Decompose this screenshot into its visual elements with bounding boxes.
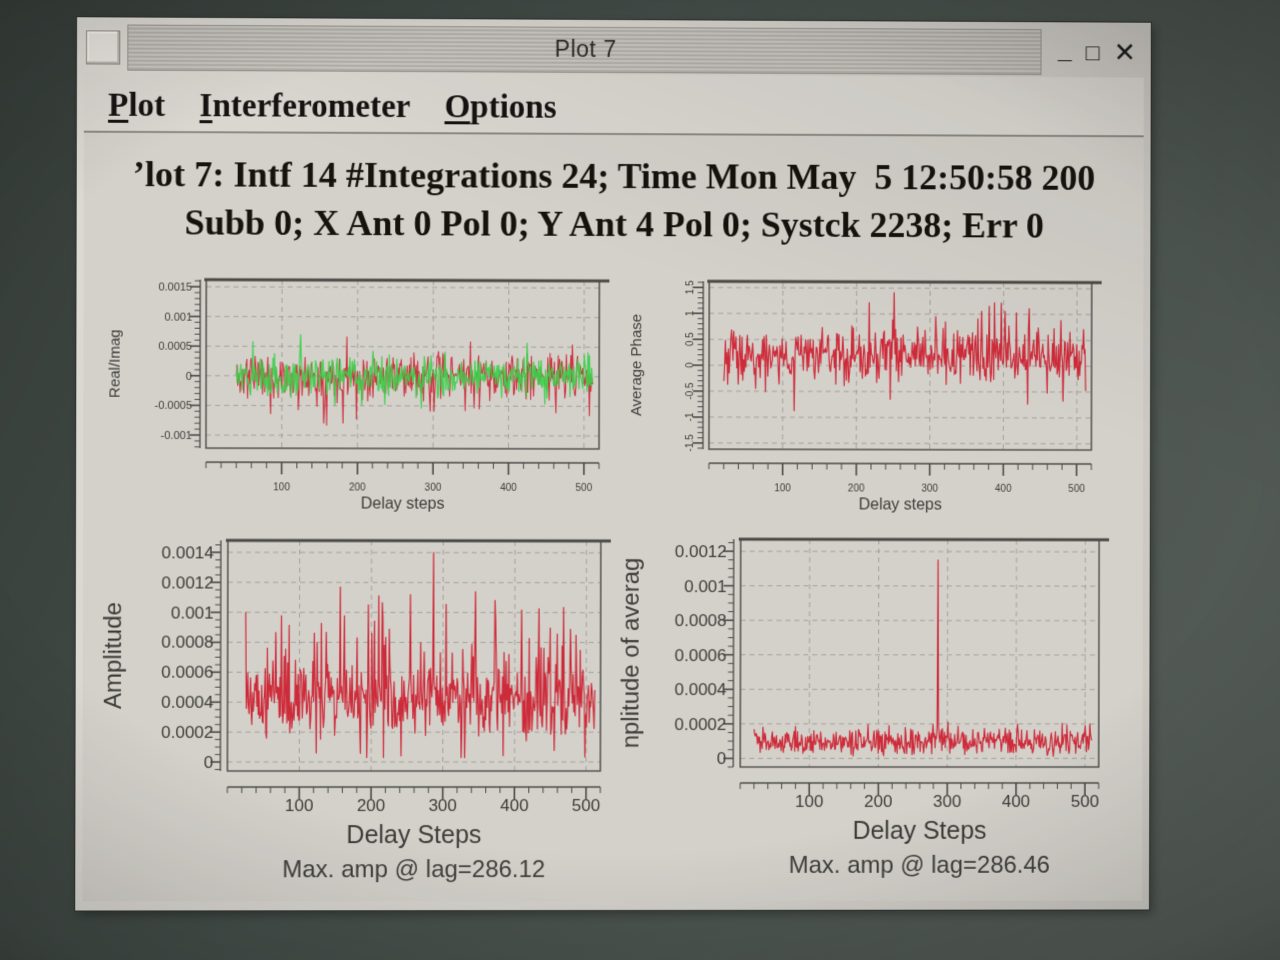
svg-text:Max. amp @ lag=286.12: Max. amp @ lag=286.12: [282, 856, 545, 883]
svg-text:0.001: 0.001: [165, 311, 193, 323]
menu-interferometer[interactable]: Interferometer: [199, 88, 410, 126]
plot-header-line1: ’lot 7: Intf 14 #Integrations 24; Time M…: [84, 151, 1144, 201]
svg-text:0: 0: [685, 362, 696, 368]
svg-text:400: 400: [500, 796, 528, 815]
svg-text:0.0004: 0.0004: [675, 680, 727, 699]
real-imag-canvas: 0.0015 0.001 0.0005 0 -0.0005 -0.001 100 200 300…: [95, 265, 621, 519]
plot7-window: Plot 7 _ □ ✕ Plot Interferometer Options…: [75, 17, 1151, 910]
svg-text:Amplitude: Amplitude: [100, 602, 127, 709]
menu-plot[interactable]: Plot: [108, 87, 165, 124]
amplitude-canvas: 0.0014 0.0012 0.001 0.0008 0.0006 0.0004 0.000…: [94, 522, 621, 895]
svg-text:Delay steps: Delay steps: [361, 495, 445, 513]
svg-text:200: 200: [848, 483, 865, 494]
svg-text:Real/Imag: Real/Imag: [106, 329, 123, 398]
maximize-button[interactable]: □: [1086, 41, 1100, 64]
window-controls: _ □ ✕: [1046, 29, 1144, 75]
svg-text:0.0004: 0.0004: [161, 693, 213, 712]
svg-text:500: 500: [1071, 792, 1099, 811]
svg-text:-0.5: -0.5: [685, 382, 696, 400]
svg-text:0.0006: 0.0006: [675, 646, 727, 665]
svg-text:-1: -1: [685, 412, 696, 421]
menu-options[interactable]: Options: [444, 89, 556, 127]
chart-average-phase: 1.5 1 0.5 0 -0.5 -1 -1.5 100 200 300 400 500 Average…: [617, 267, 1140, 520]
average-phase-canvas: 1.5 1 0.5 0 -0.5 -1 -1.5 100 200 300 400 500 Average…: [617, 267, 1140, 520]
svg-text:1.5: 1.5: [685, 280, 696, 294]
svg-text:0.0012: 0.0012: [675, 542, 727, 561]
plot-header-line2: Subb 0; X Ant 0 Pol 0; Y Ant 4 Pol 0; Sy…: [84, 199, 1144, 249]
svg-text:-0.0005: -0.0005: [154, 400, 191, 412]
svg-text:300: 300: [921, 484, 938, 495]
svg-text:300: 300: [933, 792, 961, 811]
chart-amplitude: 0.0014 0.0012 0.001 0.0008 0.0006 0.0004 0.000…: [94, 522, 621, 895]
svg-text:0.0005: 0.0005: [158, 341, 192, 353]
titlebar: Plot 7 _ □ ✕: [84, 24, 1144, 75]
svg-text:Delay steps: Delay steps: [859, 495, 942, 513]
svg-text:200: 200: [864, 792, 892, 811]
window-title: Plot 7: [128, 34, 1040, 66]
plot-content-area: ’lot 7: Intf 14 #Integrations 24; Time M…: [82, 133, 1143, 902]
svg-text:Delay Steps: Delay Steps: [346, 821, 481, 849]
svg-text:0: 0: [186, 371, 192, 383]
photo-of-screen: Plot 7 _ □ ✕ Plot Interferometer Options…: [0, 0, 1280, 960]
chart-real-imag: 0.0015 0.001 0.0005 0 -0.0005 -0.001 100 200 300…: [95, 265, 621, 519]
svg-text:Max. amp @ lag=286.46: Max. amp @ lag=286.46: [789, 852, 1050, 879]
svg-text:500: 500: [576, 483, 593, 494]
svg-text:-1.5: -1.5: [685, 434, 696, 452]
window-menu-button[interactable]: [86, 30, 120, 64]
svg-text:300: 300: [428, 796, 456, 815]
svg-text:0.5: 0.5: [685, 332, 696, 346]
svg-text:0.0002: 0.0002: [674, 715, 726, 734]
svg-text:0.0006: 0.0006: [161, 663, 213, 682]
svg-text:Delay Steps: Delay Steps: [852, 817, 986, 845]
svg-text:-0.001: -0.001: [161, 430, 192, 442]
svg-text:100: 100: [285, 796, 313, 815]
svg-text:0.001: 0.001: [171, 603, 214, 622]
svg-text:400: 400: [995, 484, 1012, 495]
close-button[interactable]: ✕: [1113, 39, 1136, 66]
chart-amplitude-of-average: 0.0012 0.001 0.0008 0.0006 0.0004 0.0002 0 100 2…: [616, 523, 1139, 895]
svg-text:300: 300: [425, 483, 442, 494]
svg-text:nplitude of averag: nplitude of averag: [617, 558, 644, 749]
svg-text:100: 100: [795, 792, 823, 811]
svg-text:400: 400: [500, 483, 517, 494]
svg-text:500: 500: [572, 796, 600, 815]
minimize-button[interactable]: _: [1058, 38, 1072, 63]
svg-text:200: 200: [357, 796, 385, 815]
svg-text:0.0012: 0.0012: [161, 573, 213, 592]
svg-text:0.0015: 0.0015: [158, 281, 192, 293]
titlebar-strip[interactable]: Plot 7: [127, 25, 1041, 76]
svg-text:0.0014: 0.0014: [162, 543, 214, 562]
svg-text:1: 1: [685, 310, 696, 316]
svg-text:Average Phase: Average Phase: [628, 314, 645, 416]
menubar: Plot Interferometer Options: [84, 72, 1144, 137]
svg-text:500: 500: [1068, 484, 1085, 495]
svg-text:0.001: 0.001: [684, 577, 726, 596]
amplitude-of-average-canvas: 0.0012 0.001 0.0008 0.0006 0.0004 0.0002 0 100 2…: [616, 523, 1139, 895]
svg-text:100: 100: [273, 482, 290, 493]
svg-text:0.0008: 0.0008: [675, 611, 727, 630]
svg-text:0: 0: [204, 753, 214, 772]
svg-text:0: 0: [717, 749, 726, 768]
svg-text:400: 400: [1002, 792, 1030, 811]
svg-text:200: 200: [349, 482, 366, 493]
svg-text:0.0008: 0.0008: [161, 633, 213, 652]
svg-text:100: 100: [774, 483, 791, 494]
svg-text:0.0002: 0.0002: [161, 723, 213, 742]
